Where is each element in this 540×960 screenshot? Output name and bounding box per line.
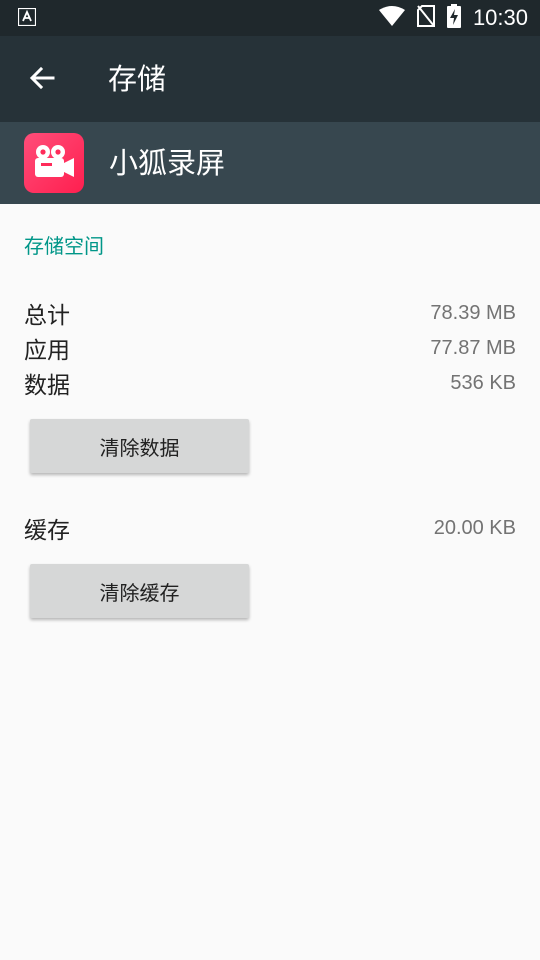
cache-row: 缓存 20.00 KB xyxy=(24,512,516,545)
page-title: 存储 xyxy=(108,62,167,96)
cache-label: 缓存 xyxy=(24,518,70,544)
status-bar: 10:30 xyxy=(0,0,540,36)
clear-cache-button[interactable]: 清除缓存 xyxy=(30,564,249,618)
row-value: 78.39 MB xyxy=(430,301,516,324)
storage-row-app: 应用 77.87 MB xyxy=(24,332,516,365)
app-header: 小狐录屏 xyxy=(0,122,540,204)
app-icon xyxy=(24,133,84,193)
app-name: 小狐录屏 xyxy=(109,146,226,180)
back-button[interactable] xyxy=(20,58,64,102)
no-sim-icon xyxy=(416,5,435,31)
a-notification-icon xyxy=(17,7,37,27)
row-label: 应用 xyxy=(24,338,70,364)
row-label: 总计 xyxy=(24,303,70,329)
battery-charging-icon xyxy=(446,4,461,32)
video-camera-icon xyxy=(30,141,78,185)
cache-value: 20.00 KB xyxy=(433,516,516,539)
storage-row-data: 数据 536 KB xyxy=(24,367,516,400)
arrow-back-icon xyxy=(29,65,55,95)
row-value: 77.87 MB xyxy=(430,336,516,359)
row-label: 数据 xyxy=(24,373,70,399)
clear-data-button[interactable]: 清除数据 xyxy=(30,419,249,473)
storage-row-total: 总计 78.39 MB xyxy=(24,297,516,330)
status-time: 10:30 xyxy=(472,5,528,30)
row-value: 536 KB xyxy=(450,371,516,394)
toolbar: 存储 xyxy=(0,36,540,122)
wifi-icon xyxy=(378,6,405,30)
storage-section-title: 存储空间 xyxy=(24,234,104,258)
